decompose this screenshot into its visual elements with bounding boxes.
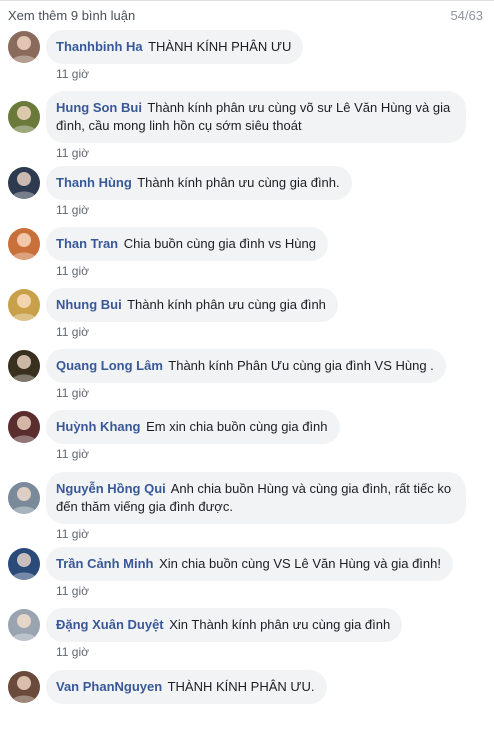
avatar-photo-icon <box>11 553 37 580</box>
avatar[interactable] <box>8 289 40 321</box>
comment-author-link[interactable]: Hung Son Bui <box>56 100 142 115</box>
comment-text: Chia buồn cùng gia đình vs Hùng <box>123 236 316 251</box>
avatar-photo-icon <box>11 614 37 641</box>
comment-text: Thành kính Phân Ưu cùng gia đình VS Hùng… <box>168 358 434 373</box>
comment-bubble: Thanhbinh Ha THÀNH KÍNH PHÂN ƯU <box>46 30 304 64</box>
comments-header: Xem thêm 9 bình luận 54/63 <box>0 0 494 29</box>
comment-timestamp[interactable]: 11 giờ <box>56 645 89 659</box>
comment-item: Huỳnh Khang Em xin chia buồn cùng gia đì… <box>0 410 494 470</box>
avatar-photo-icon <box>11 487 37 514</box>
comment-bubble: Van PhanNguyen THÀNH KÍNH PHÂN ƯU. <box>46 670 327 704</box>
comment-bubble: Huỳnh Khang Em xin chia buồn cùng gia đì… <box>46 410 340 444</box>
comment-item: Hung Son Bui Thành kính phân ưu cùng võ … <box>0 91 494 169</box>
avatar[interactable] <box>8 482 40 514</box>
comment-bubble: Thanh Hùng Thành kính phân ưu cùng gia đ… <box>46 166 352 200</box>
view-more-comments-link[interactable]: Xem thêm 9 bình luận <box>8 8 135 23</box>
avatar[interactable] <box>8 101 40 133</box>
comment-item: Đặng Xuân Duyệt Xin Thành kính phân ưu c… <box>0 608 494 668</box>
avatar-photo-icon <box>11 106 37 133</box>
comment-text: THÀNH KÍNH PHÂN ƯU. <box>167 679 315 694</box>
avatar[interactable] <box>8 350 40 382</box>
avatar[interactable] <box>8 228 40 260</box>
avatar[interactable] <box>8 671 40 703</box>
comment-text: Xin Thành kính phân ưu cùng gia đình <box>169 617 391 632</box>
comment-text: Thành kính phân ưu cùng gia đình. <box>137 175 340 190</box>
comment-counter: 54/63 <box>450 8 483 23</box>
comment-text: THÀNH KÍNH PHÂN ƯU <box>148 39 292 54</box>
avatar[interactable] <box>8 31 40 63</box>
comment-bubble: Nguyễn Hồng Qui Anh chia buồn Hùng và cù… <box>46 472 466 524</box>
comment-timestamp[interactable]: 11 giờ <box>56 203 89 217</box>
comment-bubble: Trần Cảnh Minh Xin chia buồn cùng VS Lê … <box>46 547 453 581</box>
comment-bubble: Quang Long Lâm Thành kính Phân Ưu cùng g… <box>46 349 446 383</box>
avatar-photo-icon <box>11 294 37 321</box>
comment-item: Than Tran Chia buồn cùng gia đình vs Hùn… <box>0 227 494 287</box>
comment-bubble: Đặng Xuân Duyệt Xin Thành kính phân ưu c… <box>46 608 403 642</box>
comment-timestamp[interactable]: 11 giờ <box>56 264 89 278</box>
comment-item: Quang Long Lâm Thành kính Phân Ưu cùng g… <box>0 349 494 409</box>
avatar-photo-icon <box>11 355 37 382</box>
comment-text: Em xin chia buồn cùng gia đình <box>146 419 328 434</box>
avatar-photo-icon <box>11 676 37 703</box>
comment-timestamp[interactable]: 11 giờ <box>56 146 89 160</box>
avatar-photo-icon <box>11 36 37 63</box>
avatar[interactable] <box>8 167 40 199</box>
avatar[interactable] <box>8 609 40 641</box>
comment-item: Thanh Hùng Thành kính phân ưu cùng gia đ… <box>0 166 494 226</box>
comment-author-link[interactable]: Thanhbinh Ha <box>56 39 143 54</box>
comment-item: Nguyễn Hồng Qui Anh chia buồn Hùng và cù… <box>0 472 494 550</box>
avatar-photo-icon <box>11 416 37 443</box>
comment-bubble: Than Tran Chia buồn cùng gia đình vs Hùn… <box>46 227 328 261</box>
avatar-photo-icon <box>11 233 37 260</box>
comment-author-link[interactable]: Nguyễn Hồng Qui <box>56 481 166 496</box>
comment-timestamp[interactable]: 11 giờ <box>56 584 89 598</box>
comment-text: Thành kính phân ưu cùng gia đình <box>127 297 326 312</box>
avatar-photo-icon <box>11 172 37 199</box>
comment-author-link[interactable]: Van PhanNguyen <box>56 679 162 694</box>
comment-author-link[interactable]: Than Tran <box>56 236 118 251</box>
comment-author-link[interactable]: Huỳnh Khang <box>56 419 141 434</box>
comment-timestamp[interactable]: 11 giờ <box>56 447 89 461</box>
comment-item: Nhung Bui Thành kính phân ưu cùng gia đì… <box>0 288 494 348</box>
comment-bubble: Nhung Bui Thành kính phân ưu cùng gia đì… <box>46 288 338 322</box>
comment-timestamp[interactable]: 11 giờ <box>56 325 89 339</box>
comment-bubble: Hung Son Bui Thành kính phân ưu cùng võ … <box>46 91 466 143</box>
comment-item: Trần Cảnh Minh Xin chia buồn cùng VS Lê … <box>0 547 494 607</box>
comment-item: Thanhbinh Ha THÀNH KÍNH PHÂN ƯU 11 giờ <box>0 30 494 90</box>
comment-author-link[interactable]: Nhung Bui <box>56 297 122 312</box>
avatar[interactable] <box>8 548 40 580</box>
comment-text: Xin chia buồn cùng VS Lê Văn Hùng và gia… <box>159 556 441 571</box>
comment-timestamp[interactable]: 11 giờ <box>56 67 89 81</box>
comment-author-link[interactable]: Quang Long Lâm <box>56 358 163 373</box>
avatar[interactable] <box>8 411 40 443</box>
comment-author-link[interactable]: Đặng Xuân Duyệt <box>56 617 164 632</box>
comment-timestamp[interactable]: 11 giờ <box>56 527 89 541</box>
comment-timestamp[interactable]: 11 giờ <box>56 386 89 400</box>
comment-item: Van PhanNguyen THÀNH KÍNH PHÂN ƯU. <box>0 670 494 730</box>
comment-author-link[interactable]: Thanh Hùng <box>56 175 132 190</box>
comment-author-link[interactable]: Trần Cảnh Minh <box>56 556 154 571</box>
